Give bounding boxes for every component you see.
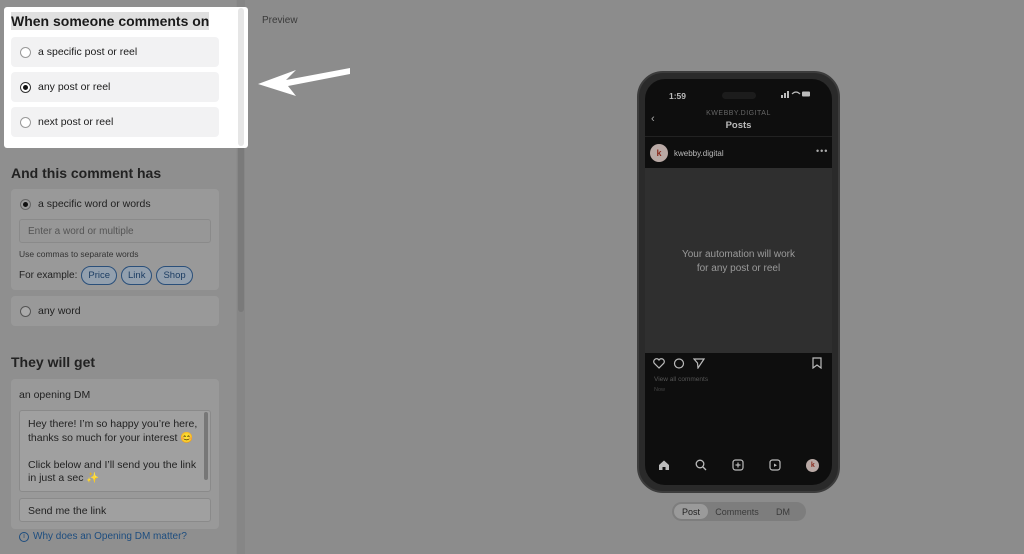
radio-icon xyxy=(20,305,31,317)
screen-title: Posts xyxy=(725,120,752,131)
radio-icon xyxy=(20,46,31,58)
bookmark-icon[interactable] xyxy=(812,357,822,369)
example-label: For example: xyxy=(19,270,78,281)
radio-icon xyxy=(20,198,31,210)
more-icon[interactable]: ••• xyxy=(816,146,828,156)
preview-tab-switcher: Post Comments DM xyxy=(672,502,806,521)
comma-hint: Use commas to separate words xyxy=(19,249,139,259)
dm-message-textarea[interactable]: Hey there! I’m so happy you’re here, tha… xyxy=(19,410,211,492)
info-icon: i xyxy=(19,531,29,542)
timestamp: Now xyxy=(654,387,666,393)
avatar: k xyxy=(650,144,668,162)
view-comments-link[interactable]: View all comments xyxy=(654,376,708,383)
tab-dm[interactable]: DM xyxy=(766,504,800,519)
radio-icon xyxy=(20,116,31,128)
trigger-option-specific-post[interactable]: a specific post or reel xyxy=(11,37,219,67)
share-icon[interactable] xyxy=(693,358,705,369)
status-time: 1:59 xyxy=(669,91,687,101)
radio-selected-icon xyxy=(20,81,31,93)
example-chip-link[interactable]: Link xyxy=(121,266,153,285)
reels-icon[interactable] xyxy=(769,459,781,471)
option-label: a specific word or words xyxy=(38,198,151,210)
heart-icon[interactable] xyxy=(653,358,665,369)
specific-word-option[interactable]: a specific word or words xyxy=(11,189,219,219)
trigger-option-next-post[interactable]: next post or reel xyxy=(11,107,219,137)
option-label: any word xyxy=(38,305,81,317)
account-header-small: KWEBBY.DIGITAL xyxy=(706,110,771,117)
divider xyxy=(645,136,832,137)
phone-notch xyxy=(722,92,756,99)
add-icon[interactable] xyxy=(732,459,744,471)
highlight-scrollbar xyxy=(238,8,244,146)
status-icons xyxy=(781,90,811,100)
phone-tabbar: k xyxy=(645,450,832,480)
word-input[interactable]: Enter a word or multiple xyxy=(19,219,211,243)
post-actions xyxy=(653,358,705,369)
search-icon[interactable] xyxy=(695,459,707,471)
opening-dm-help-link[interactable]: i Why does an Opening DM matter? xyxy=(19,531,187,542)
example-chip-shop[interactable]: Shop xyxy=(156,266,193,285)
comment-section-title: And this comment has xyxy=(11,165,162,181)
tab-comments[interactable]: Comments xyxy=(708,504,766,519)
trigger-section-title: When someone comments on xyxy=(11,12,210,30)
reward-section-title: They will get xyxy=(11,354,96,370)
textarea-scrollbar[interactable] xyxy=(204,412,208,480)
post-message: Your automation will work for any post o… xyxy=(681,249,796,274)
profile-avatar-icon[interactable]: k xyxy=(806,458,820,472)
opening-dm-title: an opening DM xyxy=(19,389,91,401)
account-name: kwebby.digital xyxy=(674,149,724,158)
tab-post[interactable]: Post xyxy=(674,504,708,519)
any-word-option[interactable]: any word xyxy=(11,296,219,326)
home-icon[interactable] xyxy=(658,459,670,471)
example-row: For example: Price Link Shop xyxy=(19,266,193,285)
comment-icon[interactable] xyxy=(673,358,685,369)
dm-button-text-input[interactable]: Send me the link xyxy=(19,498,211,522)
example-chip-price[interactable]: Price xyxy=(81,266,118,285)
preview-label: Preview xyxy=(262,15,298,26)
arrow-pointer-icon xyxy=(258,68,350,96)
trigger-option-any-post[interactable]: any post or reel xyxy=(11,72,219,102)
